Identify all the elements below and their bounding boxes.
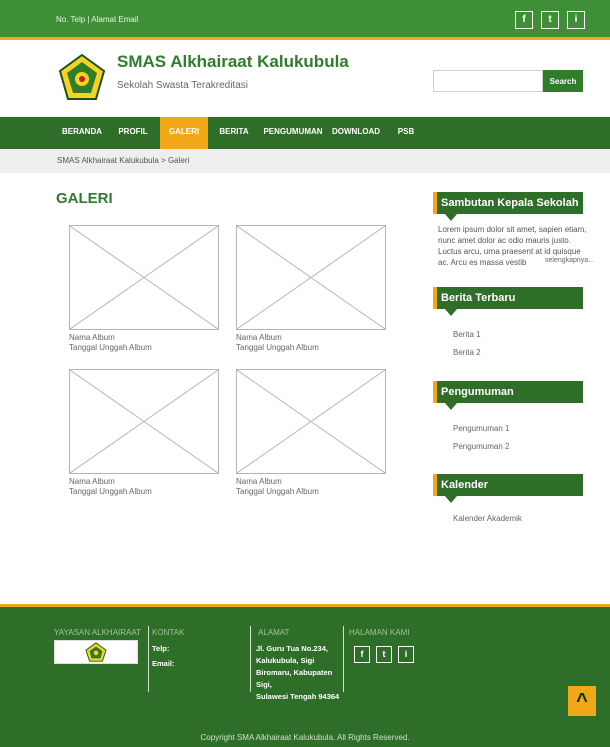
widget-title: Sambutan Kepala Sekolah — [441, 197, 579, 209]
album-name[interactable]: Nama Album — [236, 477, 386, 487]
album-card[interactable]: Nama Album Tanggal Unggah Album — [236, 225, 386, 353]
nav-item-psb[interactable]: PSB — [386, 117, 426, 149]
nav-item-profil[interactable]: PROFIL — [110, 117, 156, 149]
berita-link[interactable]: Berita 2 — [453, 348, 481, 357]
instagram-icon[interactable]: i — [567, 11, 585, 29]
widget-accent — [433, 474, 437, 496]
widget-title: Kalender — [441, 479, 489, 491]
album-date: Tanggal Unggah Album — [69, 487, 152, 496]
site-title[interactable]: SMAS Alkhairaat Kalukubula — [117, 52, 349, 72]
copyright-text: Copyright SMA Alkhairaat Kalukubula. All… — [200, 733, 410, 742]
twitter-icon[interactable]: t — [541, 11, 559, 29]
read-more-link[interactable]: selengkapnya... — [545, 257, 594, 264]
pengumuman-link[interactable]: Pengumuman 2 — [453, 442, 509, 451]
widget-title: Pengumuman — [441, 386, 514, 398]
footer-twitter-icon[interactable]: t — [376, 646, 392, 663]
footer-telp: Telp: — [152, 644, 170, 653]
widget-notch — [445, 309, 457, 316]
album-card[interactable]: Nama Album Tanggal Unggah Album — [236, 369, 386, 497]
kalender-link[interactable]: Kalender Akademik — [453, 514, 522, 523]
page-title: GALERI — [56, 190, 113, 207]
widget-header-sambutan: Sambutan Kepala Sekolah — [433, 192, 583, 221]
album-name[interactable]: Nama Album — [236, 333, 386, 343]
yayasan-logo[interactable] — [54, 640, 138, 664]
contact-info: No. Telp | Alamat Email — [56, 15, 139, 24]
album-date: Tanggal Unggah Album — [69, 343, 152, 352]
scroll-to-top-button[interactable]: ^ — [568, 686, 596, 716]
album-date: Tanggal Unggah Album — [236, 487, 319, 496]
nav-item-pengumuman[interactable]: PENGUMUMAN — [259, 117, 327, 149]
facebook-icon[interactable]: f — [515, 11, 533, 29]
footer-address-line: Jl. Guru Tua No.234, — [256, 644, 328, 653]
widget-notch — [445, 214, 457, 221]
footer-facebook-icon[interactable]: f — [354, 646, 370, 663]
album-date: Tanggal Unggah Album — [236, 343, 319, 352]
album-card[interactable]: Nama Album Tanggal Unggah Album — [69, 369, 219, 497]
nav-item-beranda[interactable]: BERANDA — [57, 117, 107, 149]
main-nav: BERANDA PROFIL GALERI BERITA PENGUMUMAN … — [0, 117, 610, 149]
footer-address-line: Sulawesi Tengah 94364 — [256, 692, 340, 701]
album-name[interactable]: Nama Album — [69, 477, 219, 487]
footer-heading-alamat: ALAMAT — [258, 628, 290, 637]
album-card[interactable]: Nama Album Tanggal Unggah Album — [69, 225, 219, 353]
widget-title: Berita Terbaru — [441, 292, 516, 304]
search-input[interactable] — [433, 70, 543, 92]
album-thumbnail[interactable] — [69, 225, 219, 330]
footer-address-line: Kalukubula, Sigi — [256, 656, 315, 665]
album-thumbnail[interactable] — [236, 369, 386, 474]
album-name[interactable]: Nama Album — [69, 333, 219, 343]
berita-link[interactable]: Berita 1 — [453, 330, 481, 339]
pengumuman-link[interactable]: Pengumuman 1 — [453, 424, 509, 433]
school-logo[interactable] — [57, 53, 107, 103]
nav-item-download[interactable]: DOWNLOAD — [329, 117, 383, 149]
nav-item-galeri[interactable]: GALERI — [160, 117, 208, 149]
widget-header-pengumuman: Pengumuman — [433, 381, 583, 410]
top-bar: No. Telp | Alamat Email f t i — [0, 0, 610, 40]
breadcrumb: SMAS Alkhairaat Kalukubula > Galeri — [0, 149, 610, 173]
widget-notch — [445, 403, 457, 410]
breadcrumb-text[interactable]: SMAS Alkhairaat Kalukubula > Galeri — [57, 156, 189, 165]
widget-notch — [445, 496, 457, 503]
search-button[interactable]: Search — [543, 70, 583, 92]
nav-item-berita[interactable]: BERITA — [211, 117, 257, 149]
footer-heading-halaman: HALAMAN KAMI — [349, 628, 410, 637]
site-subtitle: Sekolah Swasta Terakreditasi — [117, 80, 248, 91]
footer-email: Email: — [152, 659, 175, 668]
footer-instagram-icon[interactable]: i — [398, 646, 414, 663]
footer-address-line: Sigi, — [256, 680, 272, 689]
widget-header-kalender: Kalender — [433, 474, 583, 503]
footer-heading-kontak: KONTAK — [152, 628, 185, 637]
widget-accent — [433, 192, 437, 214]
footer-divider — [148, 626, 149, 692]
widget-accent — [433, 287, 437, 309]
footer-divider — [250, 626, 251, 692]
album-thumbnail[interactable] — [236, 225, 386, 330]
widget-header-berita: Berita Terbaru — [433, 287, 583, 316]
footer-address-line: Biromaru, Kabupaten — [256, 668, 333, 677]
album-thumbnail[interactable] — [69, 369, 219, 474]
widget-accent — [433, 381, 437, 403]
footer-divider — [343, 626, 344, 692]
footer-heading-yayasan: YAYASAN ALKHAIRAAT — [54, 628, 141, 637]
